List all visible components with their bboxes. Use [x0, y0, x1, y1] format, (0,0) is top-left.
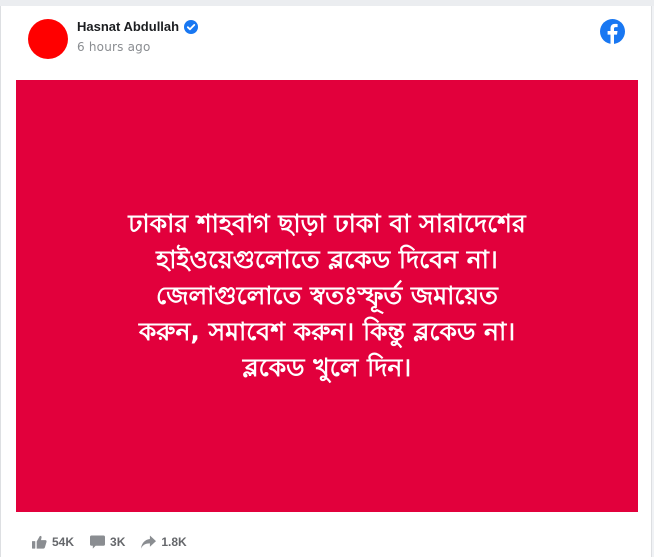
author-row: Hasnat Abdullah [77, 19, 199, 34]
comments-stat[interactable]: 3K [90, 535, 125, 549]
comments-count: 3K [110, 535, 126, 549]
likes-count: 54K [52, 535, 75, 549]
verified-badge-icon [184, 19, 199, 34]
likes-stat[interactable]: 54K [32, 535, 74, 549]
reactions-bar: 54K 3K 1.8K [32, 535, 187, 549]
share-arrow-icon [141, 535, 157, 549]
post-card: Hasnat Abdullah 6 hours ago ঢাকার শাহবাগ… [0, 0, 652, 557]
post-image[interactable]: ঢাকার শাহবাগ ছাড়া ঢাকা বা সারাদেশের হাই… [16, 80, 638, 512]
author-name[interactable]: Hasnat Abdullah [77, 19, 179, 34]
top-divider [0, 0, 654, 6]
facebook-logo-icon[interactable] [600, 19, 625, 44]
post-image-text: ঢাকার শাহবাগ ছাড়া ঢাকা বা সারাদেশের হাই… [128, 209, 526, 382]
comment-icon [90, 535, 106, 549]
shares-stat[interactable]: 1.8K [141, 535, 187, 549]
shares-count: 1.8K [161, 535, 187, 549]
post-timestamp[interactable]: 6 hours ago [77, 40, 151, 54]
thumbs-up-icon [32, 535, 47, 549]
author-avatar[interactable] [28, 19, 68, 59]
